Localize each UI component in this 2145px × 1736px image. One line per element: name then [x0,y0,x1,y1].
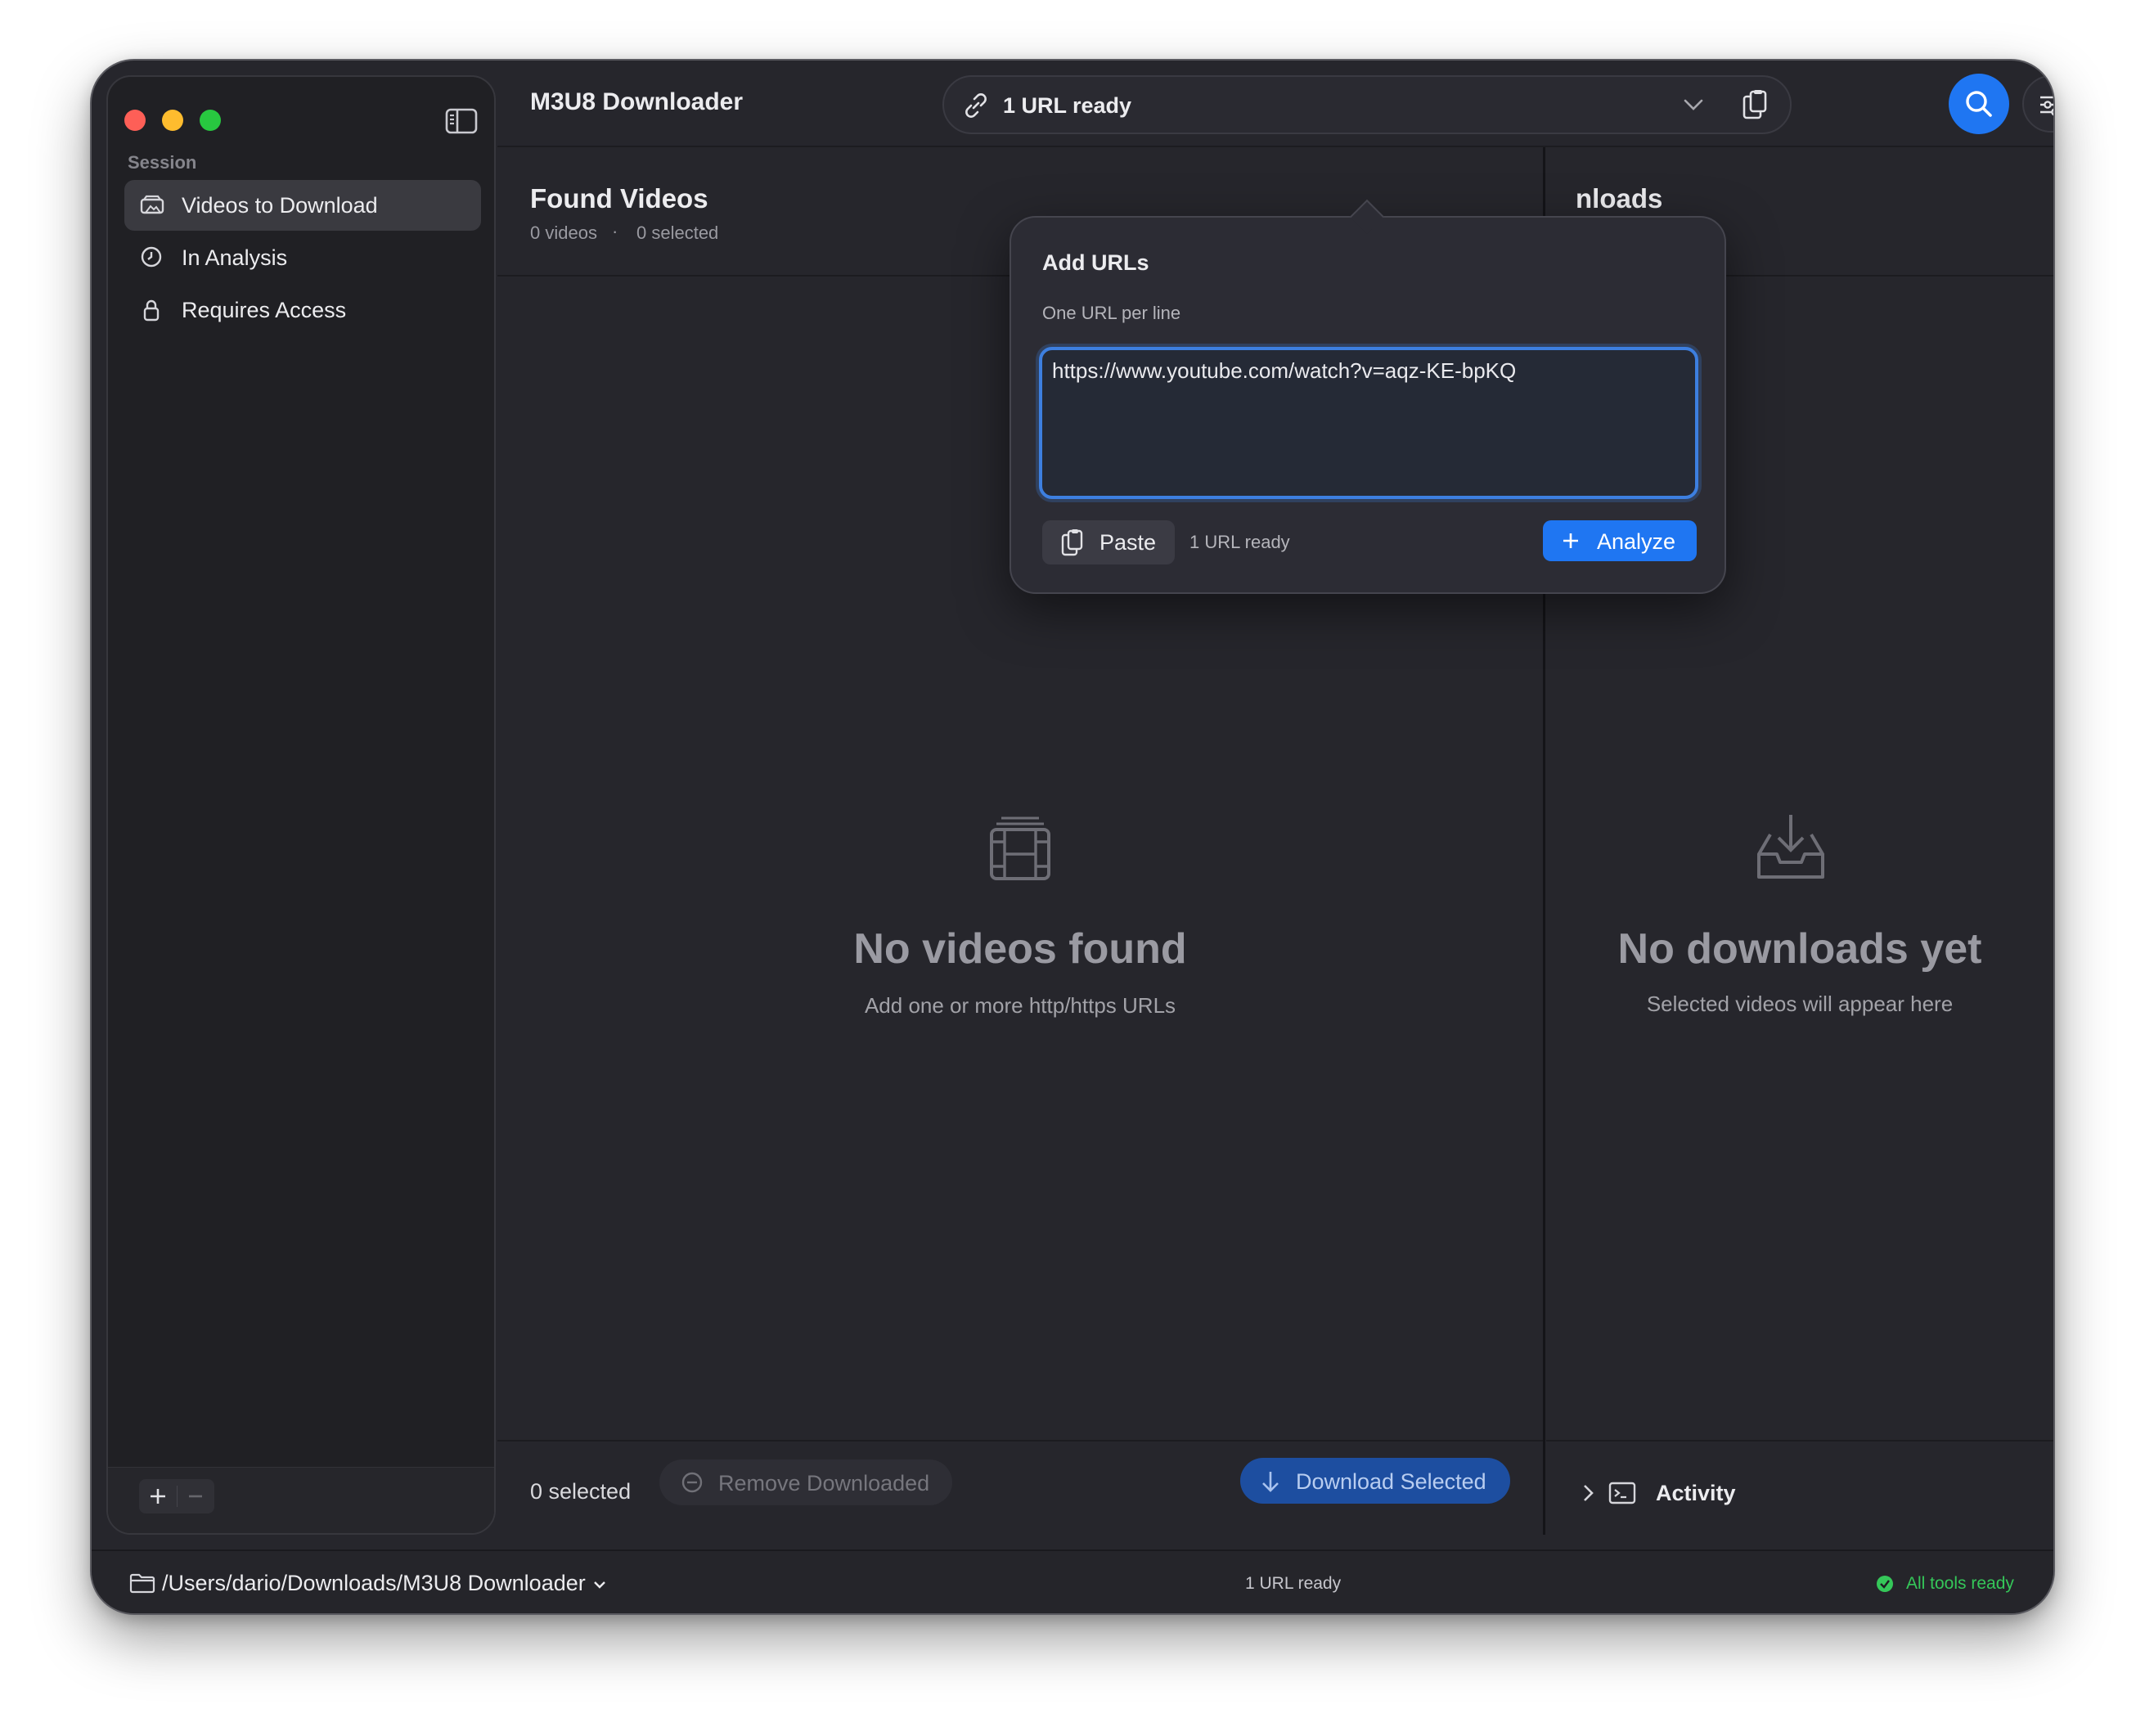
url-textarea-value: https://www.youtube.com/watch?v=aqz-KE-b… [1052,358,1517,383]
empty-state-subtitle: Add one or more http/https URLs [864,993,1176,1018]
footer-divider [1546,1440,2053,1441]
app-window: Session Videos to Download In Analysis R… [92,61,2053,1613]
empty-state-subtitle: Selected videos will appear here [1646,992,1954,1016]
footer-divider [497,1440,1543,1441]
remove-session-button[interactable] [177,1479,214,1513]
sidebar-item-in-analysis[interactable]: In Analysis [124,232,481,283]
popover-status: 1 URL ready [1189,532,1290,552]
sidebar-section-label: Session [128,152,197,173]
remove-downloaded-button[interactable]: Remove Downloaded [659,1459,952,1505]
add-urls-popover: Add URLs One URL per line https://www.yo… [1010,199,1726,594]
tray-download-icon [1754,812,1828,882]
folder-icon [129,1572,155,1594]
sidebar-toggle-icon[interactable] [445,108,478,134]
chevron-right-icon [1581,1482,1595,1504]
tools-status: All tools ready [1875,1572,2039,1597]
paste-label: Paste [1099,530,1157,555]
zoom-window-button[interactable] [200,110,221,131]
sidebar-item-label: In Analysis [182,245,288,270]
activity-label: Activity [1656,1481,1736,1505]
found-videos-selected: 0 selected [636,223,719,243]
check-circle-icon [1875,1574,1895,1594]
settings-menu-button[interactable] [2022,75,2053,133]
close-window-button[interactable] [124,110,146,131]
remove-downloaded-label: Remove Downloaded [718,1471,930,1495]
sidebar-item-requires-access[interactable]: Requires Access [124,285,481,335]
chevron-down-icon[interactable] [1682,97,1705,113]
empty-state-title: No videos found [853,925,1187,973]
popover-title: Add URLs [1042,250,1149,275]
sidebar-footer-controls [139,1479,214,1513]
popover-hint: One URL per line [1042,303,1181,323]
paste-button[interactable]: Paste [1042,520,1175,564]
tools-status-text: All tools ready [1906,1574,2014,1593]
video-stack-icon [139,193,165,216]
download-selected-label: Download Selected [1296,1469,1486,1494]
found-videos-count: 0 videos [530,223,597,243]
link-icon [960,90,992,121]
url-status-text: 1 URL ready [1003,93,1132,118]
search-button[interactable] [1949,74,2009,134]
app-title: M3U8 Downloader [530,88,744,115]
minus-circle-icon [681,1471,704,1494]
url-bar[interactable]: 1 URL ready [942,75,1792,134]
analyze-label: Analyze [1597,529,1676,554]
sidebar-item-videos-to-download[interactable]: Videos to Download [124,180,481,231]
add-session-button[interactable] [139,1479,177,1513]
plus-icon [1561,531,1581,551]
clock-icon [139,245,164,270]
sidebar-item-label: Videos to Download [182,193,378,218]
terminal-window-icon [1608,1481,1636,1505]
minimize-window-button[interactable] [162,110,183,131]
empty-state-title: No downloads yet [1617,925,1982,973]
found-videos-title: Found Videos [530,183,708,214]
film-icon [988,813,1052,882]
separator-dot: · [612,221,618,241]
activity-disclosure[interactable]: Activity [1581,1473,1761,1515]
lock-icon [139,298,164,322]
search-icon [1963,88,1994,119]
footer-selected-count: 0 selected [530,1479,632,1504]
sidebar: Session Videos to Download In Analysis R… [106,75,496,1535]
sidebar-footer [108,1467,494,1533]
analyze-button[interactable]: Analyze [1543,520,1697,561]
download-selected-button[interactable]: Download Selected [1240,1458,1510,1504]
download-path: /Users/dario/Downloads/M3U8 Downloader [162,1571,586,1595]
chevron-down-icon [592,1579,607,1590]
status-bar: /Users/dario/Downloads/M3U8 Downloader 1… [92,1549,2053,1613]
clipboard-icon[interactable] [1741,88,1770,123]
status-url-count: 1 URL ready [1245,1574,1342,1593]
clipboard-icon [1060,528,1085,558]
sidebar-item-label: Requires Access [182,298,347,322]
downloads-title: nloads [1576,183,1663,214]
sliders-icon [2037,90,2053,119]
download-folder-picker[interactable]: /Users/dario/Downloads/M3U8 Downloader [129,1564,620,1600]
arrow-down-icon [1260,1469,1281,1494]
url-textarea[interactable]: https://www.youtube.com/watch?v=aqz-KE-b… [1039,347,1698,499]
